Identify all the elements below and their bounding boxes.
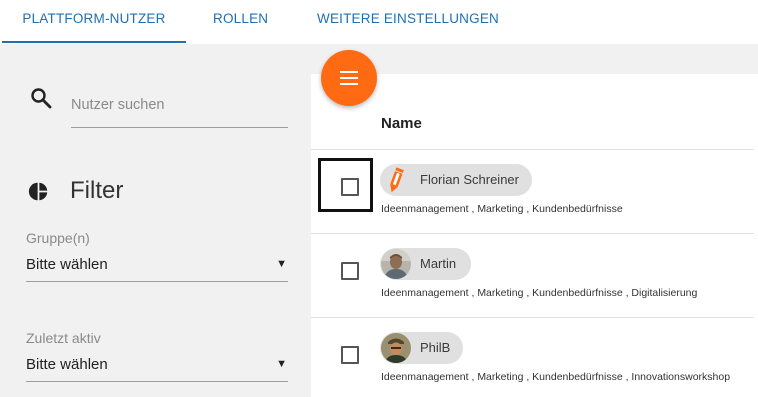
divider	[311, 317, 754, 318]
divider	[311, 233, 754, 234]
gruppen-label: Gruppe(n)	[26, 230, 90, 246]
menu-fab-button[interactable]	[321, 50, 377, 106]
gruppen-select-value: Bitte wählen	[26, 256, 108, 273]
zuletzt-aktiv-select-value: Bitte wählen	[26, 356, 108, 373]
user-chip[interactable]: Martin	[380, 248, 471, 280]
tab-rollen[interactable]: ROLLEN	[213, 0, 268, 44]
active-tab-indicator	[2, 41, 186, 43]
filter-title: Filter	[70, 177, 124, 204]
pie-chart-icon	[28, 182, 48, 201]
user-groups: Ideenmanagement , Marketing , Kundenbedü…	[381, 203, 623, 215]
user-name: Florian Schreiner	[420, 172, 519, 187]
row-checkbox[interactable]	[341, 346, 359, 364]
row-checkbox[interactable]	[341, 178, 359, 196]
dropdown-arrow-icon: ▼	[276, 358, 287, 370]
search-input[interactable]	[71, 90, 288, 128]
user-name: Martin	[420, 256, 457, 271]
row-checkbox[interactable]	[341, 262, 359, 280]
tab-weitere-einstellungen[interactable]: WEITERE EINSTELLUNGEN	[317, 0, 499, 44]
menu-icon-bar	[340, 83, 358, 85]
search-icon[interactable]	[29, 86, 53, 110]
tab-plattform-nutzer[interactable]: PLATTFORM-NUTZER	[2, 0, 186, 44]
user-groups: Ideenmanagement , Marketing , Kundenbedü…	[381, 287, 698, 299]
dropdown-arrow-icon: ▼	[276, 258, 287, 270]
user-name: PhilB	[420, 340, 451, 355]
menu-icon-bar	[340, 77, 358, 79]
gruppen-select[interactable]: Bitte wählen ▼	[26, 253, 288, 282]
user-chip[interactable]: PhilB	[380, 332, 463, 364]
user-photo-avatar	[381, 333, 411, 363]
pencil-logo-icon	[381, 165, 411, 195]
tab-bar: PLATTFORM-NUTZER ROLLEN WEITERE EINSTELL…	[0, 0, 758, 44]
menu-icon	[340, 71, 358, 73]
main-header-band	[311, 44, 758, 74]
zuletzt-aktiv-label: Zuletzt aktiv	[26, 330, 101, 346]
user-list-panel	[311, 74, 754, 397]
zuletzt-aktiv-select[interactable]: Bitte wählen ▼	[26, 353, 288, 382]
user-groups: Ideenmanagement , Marketing , Kundenbedü…	[381, 371, 731, 383]
user-photo-avatar	[381, 249, 411, 279]
user-chip[interactable]: Florian Schreiner	[380, 164, 532, 196]
column-header-name: Name	[381, 115, 422, 132]
divider	[311, 149, 754, 150]
